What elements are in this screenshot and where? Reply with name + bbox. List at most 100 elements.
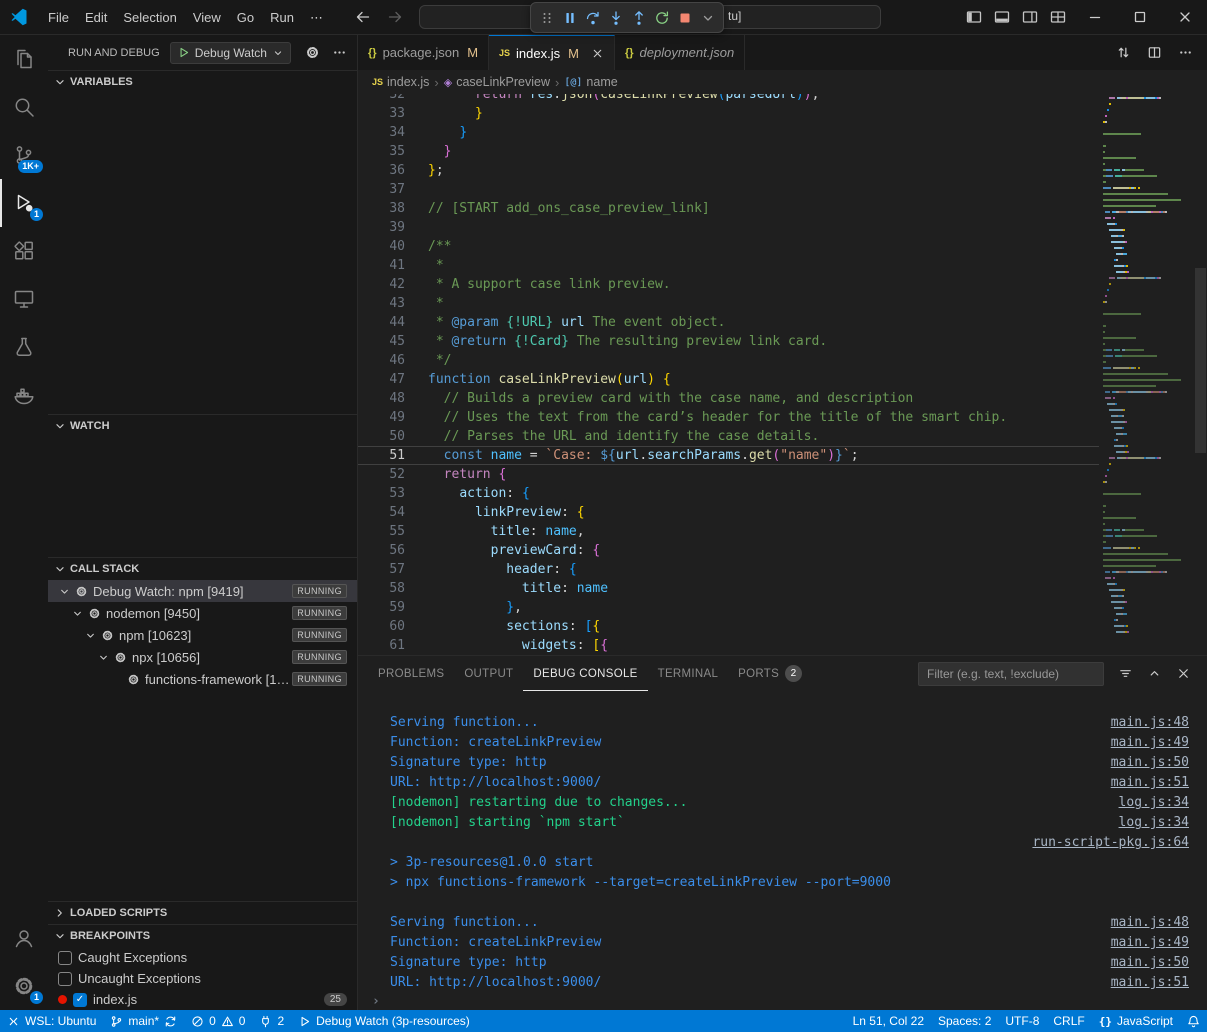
breakpoint-checkbox[interactable]: ✓ xyxy=(73,993,87,1007)
console-source-link[interactable]: main.js:48 xyxy=(1091,913,1189,933)
code-line-61[interactable]: 61 widgets: [{ xyxy=(358,636,1099,655)
line-number[interactable]: 58 xyxy=(358,579,405,598)
code-line-60[interactable]: 60 sections: [{ xyxy=(358,617,1099,636)
more-actions-icon[interactable] xyxy=(332,45,347,60)
activity-testing-icon[interactable] xyxy=(0,323,48,371)
console-source-link[interactable]: log.js:34 xyxy=(1099,813,1189,833)
debug-settings-gear-icon[interactable] xyxy=(305,45,320,60)
tab-index.js[interactable]: JSindex.jsM xyxy=(489,35,615,70)
menu-run[interactable]: Run xyxy=(262,0,302,35)
line-number[interactable]: 53 xyxy=(358,484,405,503)
step-into-button[interactable] xyxy=(604,6,627,29)
console-input-prompt[interactable]: › xyxy=(358,993,1207,1010)
line-number[interactable]: 32 xyxy=(358,94,405,104)
line-number[interactable]: 56 xyxy=(358,541,405,560)
status-language-mode[interactable]: {}JavaScript xyxy=(1092,1010,1180,1032)
tab-package.json[interactable]: {}package.jsonM xyxy=(358,35,489,70)
code-line-50[interactable]: 50 // Parses the URL and identify the ca… xyxy=(358,427,1099,446)
call-stack-section-header[interactable]: CALL STACK xyxy=(48,558,357,580)
step-out-button[interactable] xyxy=(627,6,650,29)
menu-view[interactable]: View xyxy=(185,0,229,35)
code-line-38[interactable]: 38// [START add_ons_case_preview_link] xyxy=(358,199,1099,218)
console-source-link[interactable]: main.js:50 xyxy=(1091,753,1189,773)
close-panel-icon[interactable] xyxy=(1176,666,1191,681)
line-number[interactable]: 34 xyxy=(358,123,405,142)
debug-console[interactable]: Serving function...main.js:48Function: c… xyxy=(358,691,1207,1010)
code-line-36[interactable]: 36}; xyxy=(358,161,1099,180)
activity-explorer-icon[interactable] xyxy=(0,35,48,83)
filter-options-icon[interactable] xyxy=(1118,666,1133,681)
call-stack-session[interactable]: Debug Watch: npm [9419]RUNNING xyxy=(48,580,357,602)
call-stack-session[interactable]: npm [10623]RUNNING xyxy=(48,624,357,646)
line-number[interactable]: 39 xyxy=(358,218,405,237)
line-number[interactable]: 43 xyxy=(358,294,405,313)
breakpoint-row[interactable]: Uncaught Exceptions xyxy=(48,968,357,989)
status-remote-indicator[interactable]: WSL: Ubuntu xyxy=(0,1010,103,1032)
panel-tab-output[interactable]: OUTPUT xyxy=(454,656,523,691)
breadcrumb-item-index.js[interactable]: JSindex.js xyxy=(372,75,429,89)
activity-remote-explorer-icon[interactable] xyxy=(0,275,48,323)
line-number[interactable]: 37 xyxy=(358,180,405,199)
call-stack-session[interactable]: nodemon [9450]RUNNING xyxy=(48,602,357,624)
breadcrumb-item-name[interactable]: [@]name xyxy=(564,75,617,89)
activity-search-icon[interactable] xyxy=(0,83,48,131)
code-line-52[interactable]: 52 return { xyxy=(358,465,1099,484)
restart-button[interactable] xyxy=(650,6,673,29)
code-line-51[interactable]: 51 const name = `Case: ${url.searchParam… xyxy=(358,446,1099,465)
open-changes-icon[interactable] xyxy=(1116,45,1131,60)
panel-tab-ports[interactable]: PORTS2 xyxy=(728,656,812,691)
back-button[interactable] xyxy=(355,9,371,25)
activity-run-debug-icon[interactable]: 1 xyxy=(0,179,48,227)
forward-button[interactable] xyxy=(387,9,403,25)
activity-settings-icon[interactable]: 1 xyxy=(0,962,48,1010)
loaded-scripts-section-header[interactable]: LOADED SCRIPTS xyxy=(48,902,357,924)
line-number[interactable]: 47 xyxy=(358,370,405,389)
activity-docker-icon[interactable] xyxy=(0,371,48,419)
code-line-34[interactable]: 34 } xyxy=(358,123,1099,142)
call-stack-session[interactable]: npx [10656]RUNNING xyxy=(48,646,357,668)
line-number[interactable]: 61 xyxy=(358,636,405,655)
status-indentation[interactable]: Spaces: 2 xyxy=(931,1010,998,1032)
status-eol[interactable]: CRLF xyxy=(1046,1010,1091,1032)
close-button[interactable] xyxy=(1162,0,1207,35)
code-line-35[interactable]: 35 } xyxy=(358,142,1099,161)
line-number[interactable]: 60 xyxy=(358,617,405,636)
line-number[interactable]: 50 xyxy=(358,427,405,446)
status-encoding[interactable]: UTF-8 xyxy=(998,1010,1046,1032)
close-icon[interactable] xyxy=(591,47,604,60)
status-notifications[interactable] xyxy=(1180,1010,1207,1032)
menu-go[interactable]: Go xyxy=(229,0,262,35)
breakpoints-section-header[interactable]: BREAKPOINTS xyxy=(48,925,357,947)
maximize-panel-icon[interactable] xyxy=(1147,666,1162,681)
console-source-link[interactable]: run-script-pkg.js:64 xyxy=(1012,833,1189,853)
console-filter-input[interactable] xyxy=(918,662,1104,686)
code-line-41[interactable]: 41 * xyxy=(358,256,1099,275)
console-source-link[interactable]: main.js:48 xyxy=(1091,713,1189,733)
code-line-33[interactable]: 33 } xyxy=(358,104,1099,123)
breakpoint-checkbox[interactable] xyxy=(58,972,72,986)
code-line-58[interactable]: 58 title: name xyxy=(358,579,1099,598)
editor-scrollbar[interactable] xyxy=(1194,94,1207,655)
tab-deployment.json[interactable]: {}deployment.json xyxy=(615,35,745,70)
code-line-43[interactable]: 43 * xyxy=(358,294,1099,313)
code-line-54[interactable]: 54 linkPreview: { xyxy=(358,503,1099,522)
start-debug-icon[interactable] xyxy=(177,46,190,59)
code-line-46[interactable]: 46 */ xyxy=(358,351,1099,370)
line-number[interactable]: 51 xyxy=(358,446,405,465)
activity-source-control-icon[interactable]: 1K+ xyxy=(0,131,48,179)
code-line-53[interactable]: 53 action: { xyxy=(358,484,1099,503)
code-line-44[interactable]: 44 * @param {!URL} url The event object. xyxy=(358,313,1099,332)
line-number[interactable]: 42 xyxy=(358,275,405,294)
pause-button[interactable] xyxy=(558,6,581,29)
minimize-button[interactable] xyxy=(1072,0,1117,35)
line-number[interactable]: 36 xyxy=(358,161,405,180)
toggle-secondary-sidebar-icon[interactable] xyxy=(1016,0,1044,35)
menu-file[interactable]: File xyxy=(40,0,77,35)
code-line-56[interactable]: 56 previewCard: { xyxy=(358,541,1099,560)
breakpoint-row[interactable]: ✓index.js25 xyxy=(48,989,357,1010)
maximize-button[interactable] xyxy=(1117,0,1162,35)
line-number[interactable]: 40 xyxy=(358,237,405,256)
console-source-link[interactable]: main.js:49 xyxy=(1091,933,1189,953)
menu-more[interactable]: ⋯ xyxy=(302,0,331,35)
code-line-42[interactable]: 42 * A support case link preview. xyxy=(358,275,1099,294)
